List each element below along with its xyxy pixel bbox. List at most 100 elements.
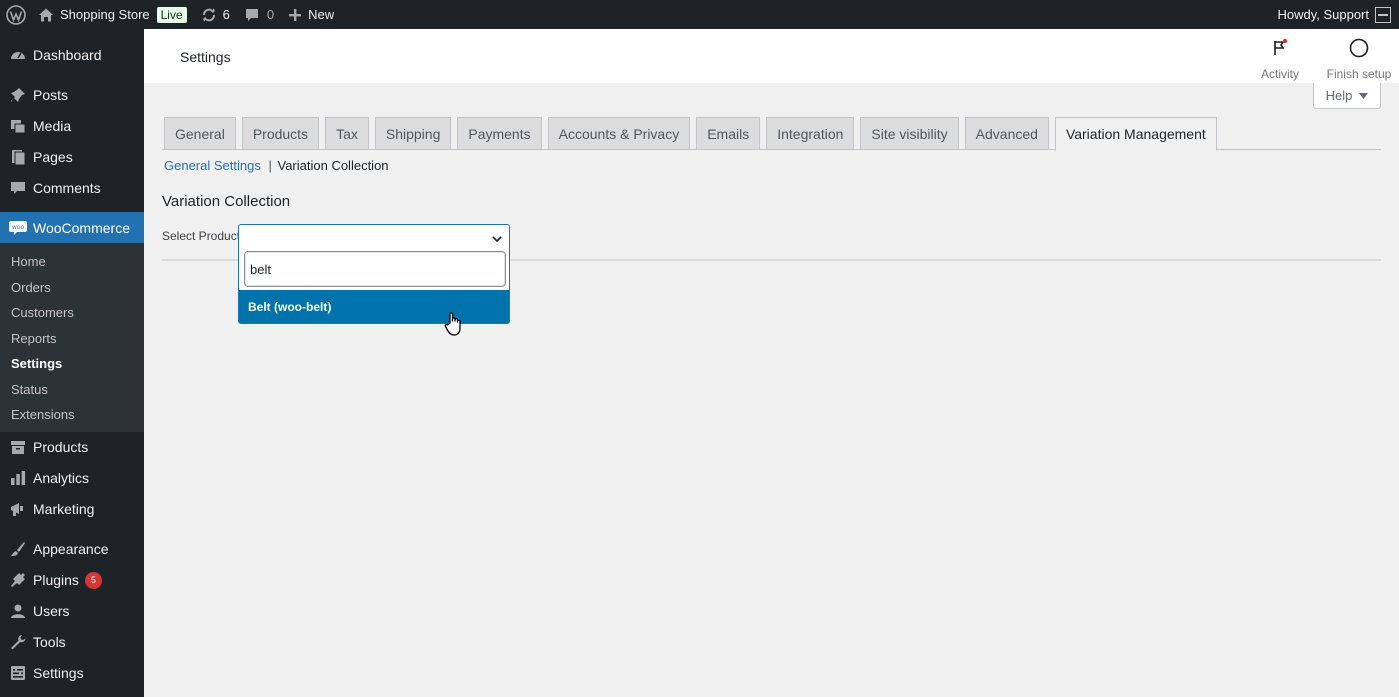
flag-icon (1250, 37, 1310, 59)
tab-tax[interactable]: Tax (325, 117, 369, 150)
select-product-label: Select Product (162, 229, 241, 243)
sidebar-item-products[interactable]: Products (0, 432, 144, 463)
general-settings-link[interactable]: General Settings (164, 158, 261, 173)
variation-collection-link[interactable]: Variation Collection (277, 158, 388, 173)
sidebar-item-woocommerce[interactable]: woo WooCommerce (0, 212, 144, 243)
svg-text:woo: woo (12, 224, 25, 231)
sidebar-item-label: Tools (33, 634, 66, 650)
sidebar-item-appearance[interactable]: Appearance (0, 534, 144, 565)
settings-tabs: General Products Tax Shipping Payments A… (164, 117, 1223, 151)
sidebar-item-comments[interactable]: Comments (0, 172, 144, 203)
sidebar-item-label: Settings (33, 665, 84, 681)
comments-link[interactable]: 0 (237, 0, 281, 29)
avatar (1375, 6, 1391, 23)
tab-accounts-privacy[interactable]: Accounts & Privacy (547, 117, 691, 150)
megaphone-icon (8, 499, 28, 519)
activity-button[interactable]: Activity (1250, 37, 1310, 81)
sidebar-item-label: Posts (33, 86, 69, 103)
product-select-dropdown[interactable]: Belt (woo-belt) (238, 224, 510, 324)
submenu-item-settings[interactable]: Settings (0, 351, 144, 377)
submenu-item-status[interactable]: Status (0, 377, 144, 403)
product-search-input[interactable] (244, 251, 506, 287)
submenu-item-reports[interactable]: Reports (0, 326, 144, 352)
comment-icon (8, 178, 28, 198)
sidebar-item-label: Users (33, 603, 70, 619)
submenu-item-home[interactable]: Home (0, 249, 144, 275)
sidebar-item-label: Comments (33, 179, 101, 196)
home-icon (38, 7, 54, 23)
tab-payments[interactable]: Payments (457, 117, 542, 150)
user-icon (8, 601, 28, 621)
new-content-link[interactable]: New (281, 0, 341, 29)
activity-label: Activity (1260, 67, 1299, 81)
caret-down-icon (1359, 92, 1369, 99)
sidebar-item-users[interactable]: Users (0, 596, 144, 627)
tab-integration[interactable]: Integration (766, 117, 855, 150)
hand-pointer-cursor-icon (444, 311, 466, 337)
help-button[interactable]: Help (1313, 83, 1381, 109)
sidebar-item-label: Analytics (33, 470, 90, 486)
comments-count: 0 (266, 7, 275, 22)
sidebar-item-label: Plugins (33, 572, 79, 588)
finish-setup-button[interactable]: Finish setup (1324, 37, 1394, 81)
tab-general[interactable]: General (164, 117, 236, 150)
sidebar-item-analytics[interactable]: Analytics (0, 463, 144, 494)
sidebar-item-media[interactable]: Media (0, 110, 144, 141)
subnav-separator: | (268, 158, 272, 173)
new-label: New (308, 7, 335, 22)
sidebar-item-plugins[interactable]: Plugins 5 (0, 565, 144, 596)
sidebar-item-label: WooCommerce (33, 219, 130, 236)
sidebar-item-settings[interactable]: Settings (0, 658, 144, 689)
submenu-item-customers[interactable]: Customers (0, 300, 144, 326)
submenu-item-extensions[interactable]: Extensions (0, 402, 144, 428)
tab-emails[interactable]: Emails (696, 117, 761, 150)
account-menu[interactable]: Howdy, Support (1277, 0, 1399, 29)
progress-ring-icon (1324, 37, 1394, 59)
sidebar-item-posts[interactable]: Posts (0, 79, 144, 110)
woo-icon: woo (8, 218, 28, 238)
tab-advanced[interactable]: Advanced (964, 117, 1049, 150)
admin-sidebar: Dashboard Posts Media Pages Comments woo… (0, 29, 144, 697)
woocommerce-submenu: Home Orders Customers Reports Settings S… (0, 243, 144, 432)
plugins-update-badge: 5 (84, 571, 102, 589)
plus-icon (288, 8, 302, 22)
plug-icon (8, 570, 28, 590)
section-title: Variation Collection (162, 193, 291, 210)
updates-count: 6 (222, 7, 230, 22)
media-icon (8, 116, 28, 136)
updates-link[interactable]: 6 (194, 0, 237, 29)
sidebar-item-label: Appearance (33, 541, 109, 557)
page-title: Settings (180, 49, 231, 65)
bar-chart-icon (8, 468, 28, 488)
admin-bar: Shopping Store Live 6 0 New Howdy, Suppo… (0, 0, 1399, 29)
woocommerce-header: Settings Activity Finish setup (144, 29, 1399, 83)
sidebar-item-label: Dashboard (33, 46, 102, 63)
tab-variation-management[interactable]: Variation Management (1054, 117, 1217, 151)
sidebar-item-label: Media (33, 117, 72, 134)
site-name: Shopping Store (60, 7, 150, 22)
howdy-greeting: Howdy, Support (1277, 7, 1369, 22)
wordpress-logo-icon[interactable] (1, 0, 31, 29)
tab-products[interactable]: Products (241, 117, 320, 150)
finish-setup-label: Finish setup (1326, 67, 1392, 81)
dropdown-option[interactable]: Belt (woo-belt) (239, 290, 509, 323)
site-name-link[interactable]: Shopping Store Live (31, 0, 194, 29)
sidebar-item-label: Marketing (33, 501, 95, 517)
archive-icon (8, 437, 28, 457)
wrench-icon (8, 632, 28, 652)
pin-icon (8, 85, 28, 105)
tab-shipping[interactable]: Shipping (374, 117, 452, 150)
section-subnav: General Settings | Variation Collection (164, 158, 389, 173)
sidebar-item-tools[interactable]: Tools (0, 627, 144, 658)
chevron-down-icon[interactable] (491, 233, 503, 245)
tab-site-visibility[interactable]: Site visibility (860, 117, 959, 150)
sidebar-item-label: Products (33, 439, 89, 455)
dashboard-icon (8, 45, 28, 65)
submenu-item-orders[interactable]: Orders (0, 275, 144, 301)
live-badge: Live (156, 6, 187, 23)
sidebar-item-pages[interactable]: Pages (0, 141, 144, 172)
sidebar-item-dashboard[interactable]: Dashboard (0, 39, 144, 70)
sidebar-item-marketing[interactable]: Marketing (0, 494, 144, 525)
help-label: Help (1325, 88, 1353, 103)
comment-bubble-icon (244, 7, 260, 23)
